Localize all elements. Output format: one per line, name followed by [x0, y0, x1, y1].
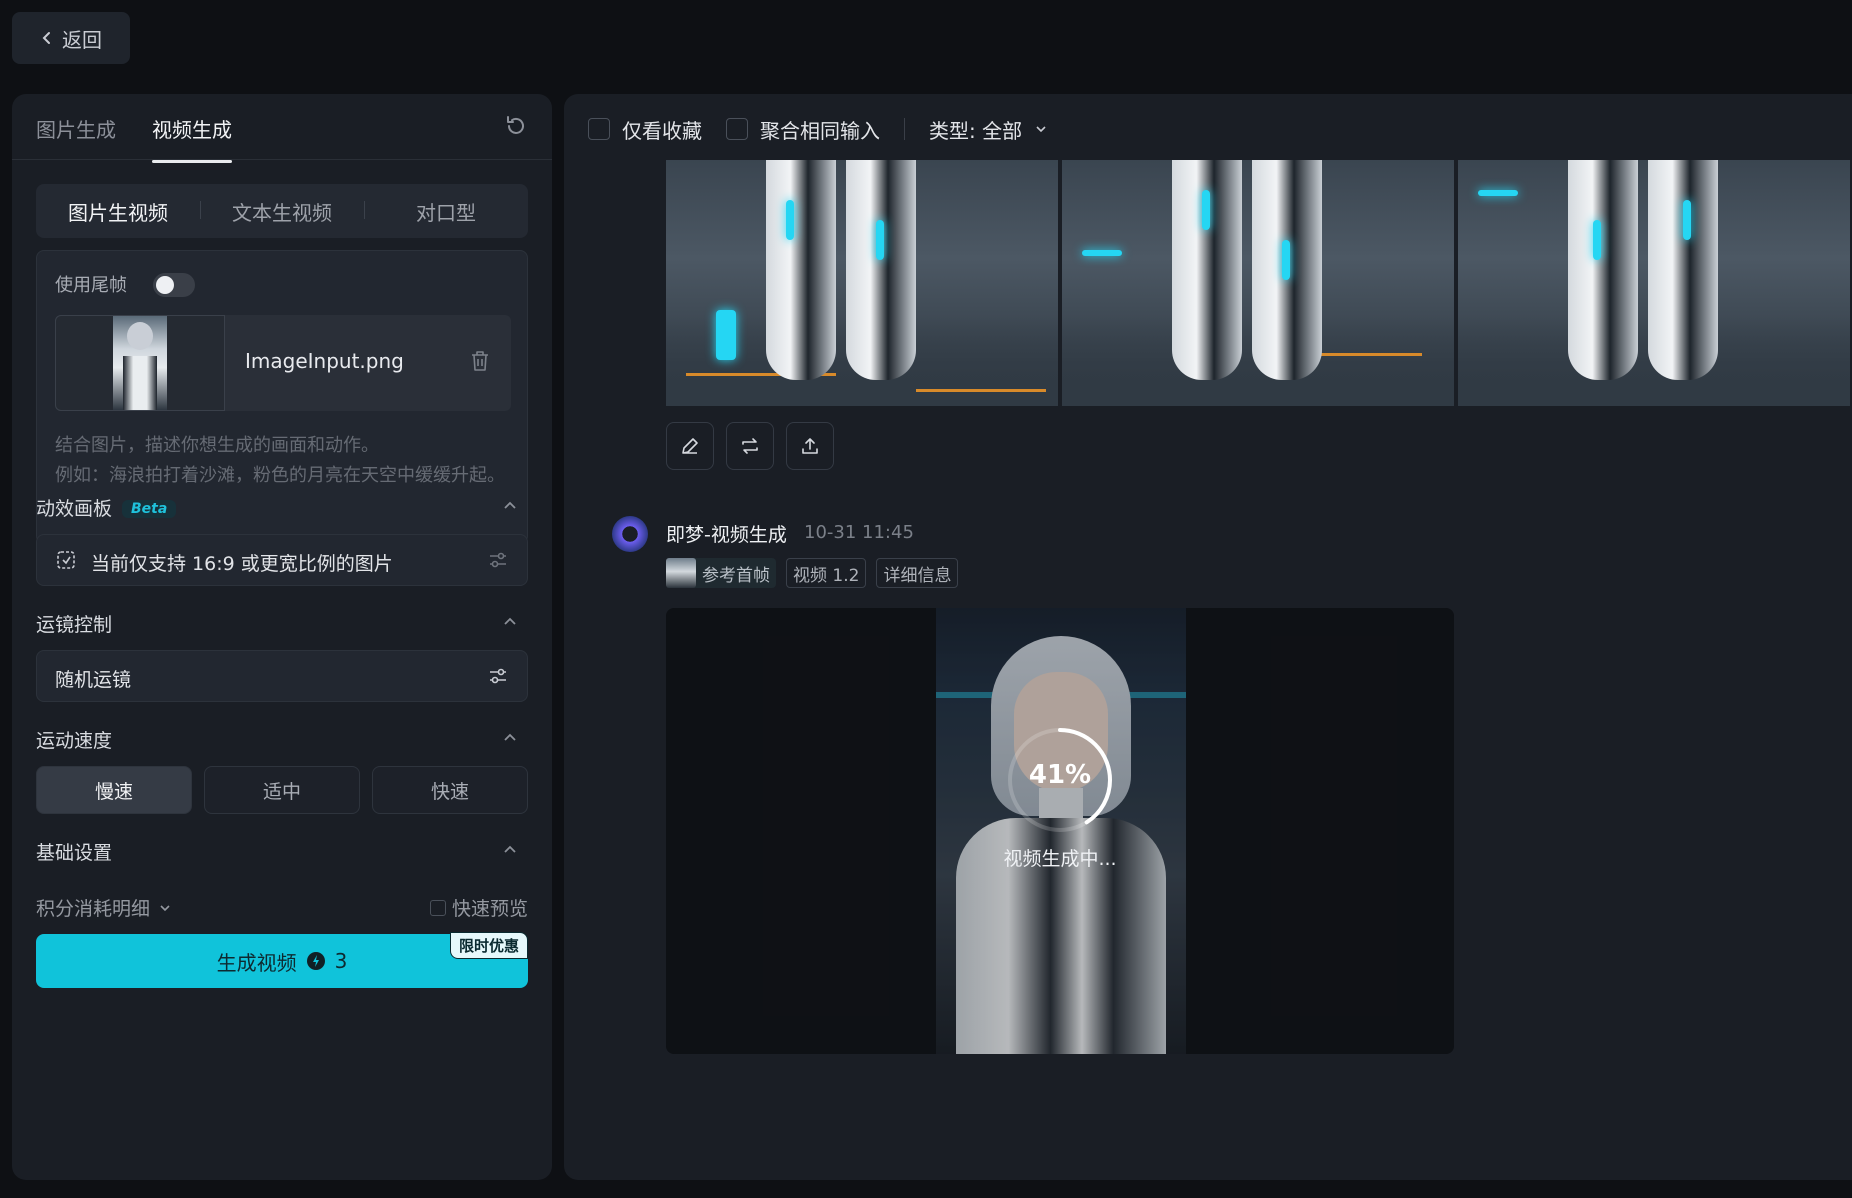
sub-tabs: 图片生视频 文本生视频 对口型 — [36, 184, 528, 238]
motion-speed-title: 运动速度 — [36, 730, 113, 752]
type-filter-label: 类型: 全部 — [929, 118, 1023, 143]
file-name: ImageInput.png — [245, 349, 404, 373]
tab-lip-sync[interactable]: 对口型 — [364, 197, 528, 226]
use-tail-frame-label: 使用尾帧 — [55, 275, 127, 296]
repeat-icon — [742, 438, 758, 454]
use-tail-frame-toggle[interactable] — [153, 273, 195, 297]
chevron-left-icon — [42, 32, 50, 44]
chevron-up-icon[interactable] — [502, 730, 518, 746]
quick-preview-checkbox[interactable] — [429, 899, 446, 916]
filter-bar: 仅看收藏 聚合相同输入 类型: 全部 — [588, 112, 1072, 146]
share-button[interactable] — [786, 422, 834, 470]
merge-same-input-checkbox[interactable] — [726, 118, 748, 140]
motion-board-title: 动效画板 — [36, 498, 113, 520]
motion-board-option[interactable]: 当前仅支持 16:9 或更宽比例的图片 — [36, 534, 528, 586]
generation-title: 即梦-视频生成 — [666, 524, 787, 546]
chevron-down-icon — [160, 905, 170, 912]
edit-button[interactable] — [666, 422, 714, 470]
beta-badge: Beta — [122, 500, 177, 518]
result-image[interactable] — [1062, 160, 1454, 406]
motion-board-notice: 当前仅支持 16:9 或更宽比例的图片 — [91, 553, 393, 575]
cost-detail-toggle[interactable]: 积分消耗明细 — [36, 894, 172, 921]
chevron-up-icon[interactable] — [502, 614, 518, 630]
generate-label: 生成视频 — [216, 950, 297, 975]
back-button[interactable]: 返回 — [12, 12, 130, 64]
main-tabs: 图片生成 视频生成 — [12, 94, 552, 163]
reference-frame-tag[interactable]: 参考首帧 — [666, 558, 776, 588]
details-tag[interactable]: 详细信息 — [876, 558, 959, 588]
type-filter-dropdown[interactable]: 类型: 全部 — [929, 115, 1048, 144]
speed-options: 慢速 适中 快速 — [36, 766, 528, 814]
tab-image-to-video[interactable]: 图片生视频 — [36, 197, 200, 226]
image-thumbnail-frame — [55, 315, 225, 411]
favorites-only-label: 仅看收藏 — [622, 118, 702, 143]
prompt-input[interactable]: 结合图片，描述你想生成的画面和动作。 例如：海浪拍打着沙滩，粉色的月亮在天空中缓… — [55, 431, 515, 491]
tab-text-to-video[interactable]: 文本生视频 — [200, 197, 364, 226]
merge-same-input-filter[interactable]: 聚合相同输入 — [726, 115, 880, 144]
regenerate-button[interactable] — [726, 422, 774, 470]
camera-control-value: 随机运镜 — [55, 669, 132, 691]
favorites-only-filter[interactable]: 仅看收藏 — [588, 115, 702, 144]
chevron-up-icon[interactable] — [502, 842, 518, 858]
image-thumbnail — [113, 316, 167, 410]
credit-icon — [306, 952, 325, 970]
progress-status: 视频生成中... — [1003, 848, 1117, 870]
speed-slow-button[interactable]: 慢速 — [36, 766, 192, 814]
speed-medium-button[interactable]: 适中 — [204, 766, 360, 814]
quick-preview-option[interactable]: 快速预览 — [429, 894, 528, 921]
pencil-icon — [682, 438, 698, 454]
basic-settings-title: 基础设置 — [36, 842, 113, 864]
favorites-only-checkbox[interactable] — [588, 118, 610, 140]
result-image[interactable] — [666, 160, 1058, 406]
filter-divider — [904, 118, 905, 140]
sliders-icon[interactable] — [487, 549, 509, 571]
upload-icon — [802, 438, 818, 454]
tab-video-generation[interactable]: 视频生成 — [152, 114, 232, 163]
merge-same-input-label: 聚合相同输入 — [760, 118, 880, 143]
avatar — [612, 516, 648, 552]
sliders-icon[interactable] — [487, 665, 509, 687]
speed-fast-button[interactable]: 快速 — [372, 766, 528, 814]
result-image-strip — [666, 160, 1852, 406]
back-label: 返回 — [62, 27, 102, 52]
tab-image-generation[interactable]: 图片生成 — [36, 114, 116, 143]
generate-cost: 3 — [334, 949, 348, 973]
video-preview[interactable]: 41% 视频生成中... — [666, 608, 1454, 1054]
cost-detail-label: 积分消耗明细 — [36, 898, 151, 920]
reset-icon[interactable] — [504, 114, 528, 138]
camera-control-title: 运镜控制 — [36, 614, 113, 636]
model-tag: 视频 1.2 — [786, 558, 867, 588]
uploaded-image[interactable]: ImageInput.png — [55, 315, 511, 411]
settings-panel: 图片生成 视频生成 图片生视频 文本生视频 对口型 使用尾帧 ImageInpu… — [12, 94, 552, 1180]
result-actions — [666, 422, 834, 470]
progress-percent: 41% — [1028, 760, 1092, 790]
generation-tags: 参考首帧 视频 1.2 详细信息 — [666, 558, 959, 588]
image-crop-icon — [57, 551, 75, 569]
reference-thumbnail — [666, 558, 696, 588]
motion-board-heading: 动效画板 Beta — [36, 494, 177, 521]
quick-preview-label: 快速预览 — [451, 898, 528, 920]
result-image[interactable] — [1458, 160, 1850, 406]
chevron-up-icon[interactable] — [502, 498, 518, 514]
camera-control-option[interactable]: 随机运镜 — [36, 650, 528, 702]
chevron-down-icon — [1036, 126, 1046, 133]
generate-video-button[interactable]: 生成视频 3 限时优惠 — [36, 932, 528, 988]
reference-frame-label: 参考首帧 — [702, 565, 770, 586]
promo-badge: 限时优惠 — [449, 932, 528, 959]
results-panel: 仅看收藏 聚合相同输入 类型: 全部 即梦-视频生成 10-31 11:45 参… — [564, 94, 1852, 1180]
generation-time: 10-31 11:45 — [804, 522, 914, 543]
trash-icon[interactable] — [469, 349, 491, 373]
